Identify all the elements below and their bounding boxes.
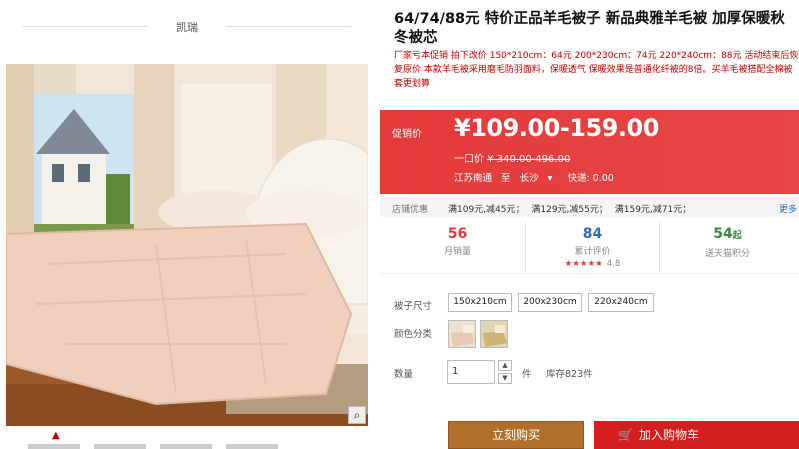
thumbnail[interactable] <box>160 444 212 449</box>
color-swatch-gold[interactable] <box>480 320 508 348</box>
product-gallery: 凯瑞 ⌕ ▲ <box>0 0 372 449</box>
rating-score: 4.8 <box>606 259 621 269</box>
ship-to-city: 长沙 <box>519 173 539 184</box>
express-fee: 快递: 0.00 <box>567 173 614 184</box>
quantity-unit: 件 <box>522 369 532 380</box>
product-info: 64/74/88元 特价正品羊毛被子 新品典雅羊毛被 加厚保暖秋冬被芯 厂家亏本… <box>380 0 799 449</box>
cart-icon: 🛒 <box>618 428 633 442</box>
size-label: 被子尺寸 <box>394 301 433 312</box>
divider <box>22 26 148 27</box>
bedroom-photo <box>6 64 368 426</box>
chevron-down-icon: ▾ <box>547 173 553 184</box>
promo-price-label: 促销价 <box>392 129 422 140</box>
monthly-sales-count: 56 <box>447 226 468 242</box>
quantity-input[interactable]: 1 <box>447 360 495 384</box>
stats-bar: 56 月销量 84 累计评价 ★★★★★ 4.8 54起 送天猫积分 <box>380 222 799 274</box>
coupon-item[interactable]: 满159元,减71元； <box>615 205 692 215</box>
original-price-row: 一口价 ¥ 340.00-496.00 <box>454 150 570 165</box>
thumbnail[interactable] <box>28 444 80 449</box>
points-label: 送天猫积分 <box>704 249 750 259</box>
original-price-label: 一口价 <box>454 154 484 165</box>
coupon-list: 满109元,减45元； 满129元,减55元； 满159元,减71元； <box>448 202 695 215</box>
ship-to-label: 至 <box>501 173 511 184</box>
quantity-label: 数量 <box>394 369 414 380</box>
color-swatch-pink[interactable] <box>448 320 476 348</box>
coupon-label: 店铺优惠 <box>392 205 429 215</box>
coupon-item[interactable]: 满129元,减55元； <box>531 205 608 215</box>
points-unit: 起 <box>732 231 742 241</box>
shipping-row: 江苏南通 至 长沙 ▾ 快递: 0.00 <box>454 170 620 184</box>
product-subtitle: 厂家亏本促销 拍下改价 150*210cm：64元 200*230cm：74元 … <box>394 51 799 89</box>
monthly-sales: 56 月销量 <box>390 222 525 272</box>
monthly-sales-label: 月销量 <box>443 247 471 257</box>
stock-count: 库存823件 <box>546 369 593 380</box>
ship-from: 江苏南通 <box>454 173 493 184</box>
thumbnail[interactable] <box>226 444 278 449</box>
reviews[interactable]: 84 累计评价 ★★★★★ 4.8 <box>525 222 660 272</box>
product-title: 64/74/88元 特价正品羊毛被子 新品典雅羊毛被 加厚保暖秋冬被芯 <box>394 11 785 46</box>
tmall-points: 54起 送天猫积分 <box>660 222 795 272</box>
chevron-up-icon[interactable]: ▲ <box>52 430 60 441</box>
color-label: 颜色分类 <box>394 329 433 340</box>
main-product-image[interactable]: ⌕ <box>6 64 368 426</box>
brand-header: 凯瑞 <box>0 14 372 38</box>
star-icon: ★★★★★ <box>564 259 603 269</box>
review-count: 84 <box>582 226 603 242</box>
points-value-row: 54起 <box>660 222 795 248</box>
magnifier-icon[interactable]: ⌕ <box>348 406 366 424</box>
size-option-150x210[interactable]: 150x210cm <box>448 293 512 312</box>
size-option-220x240[interactable]: 220x240cm <box>588 293 654 312</box>
promo-price: ¥109.00-159.00 <box>454 114 659 142</box>
divider <box>226 26 351 27</box>
brand-name[interactable]: 凯瑞 <box>150 19 224 35</box>
add-to-cart-button[interactable]: 🛒 加入购物车 <box>594 421 799 449</box>
quantity-increase-button[interactable]: ▲ <box>498 360 512 371</box>
points-value: 54 <box>713 226 733 242</box>
add-to-cart-label: 加入购物车 <box>638 428 699 442</box>
size-option-200x230[interactable]: 200x230cm <box>518 293 582 312</box>
price-panel: 促销价 ¥109.00-159.00 一口价 ¥ 340.00-496.00 江… <box>380 110 799 194</box>
review-label: 累计评价 <box>574 247 611 257</box>
original-price: ¥ 340.00-496.00 <box>487 154 571 165</box>
thumbnail-strip <box>28 444 308 449</box>
rating: ★★★★★ 4.8 <box>526 258 659 270</box>
ship-to-select[interactable]: 长沙 ▾ <box>520 173 559 184</box>
coupon-item[interactable]: 满109元,减45元； <box>448 205 525 215</box>
coupon-row: 店铺优惠 满109元,减45元； 满129元,减55元； 满159元,减71元；… <box>380 197 799 217</box>
coupon-more-link[interactable]: 更多 <box>779 202 797 215</box>
quantity-decrease-button[interactable]: ▼ <box>498 373 512 384</box>
thumbnail[interactable] <box>94 444 146 449</box>
buy-now-button[interactable]: 立刻购买 <box>448 421 584 449</box>
